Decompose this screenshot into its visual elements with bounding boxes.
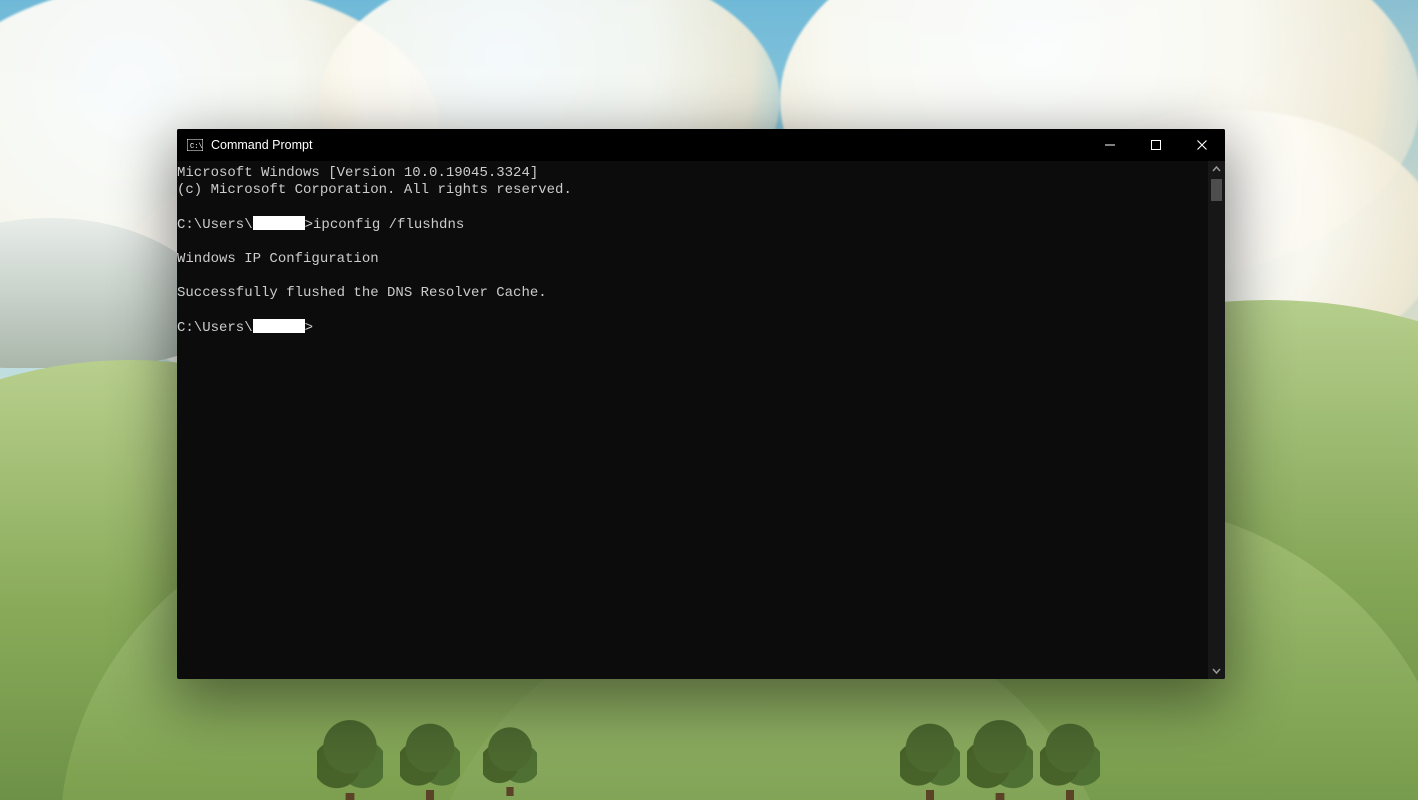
maximize-button[interactable] bbox=[1133, 129, 1179, 161]
prompt-suffix: > bbox=[305, 217, 313, 233]
command-prompt-icon: C:\ bbox=[187, 139, 203, 151]
redacted-username bbox=[253, 319, 305, 333]
command-prompt-window[interactable]: C:\ Command Prompt Micros bbox=[177, 129, 1225, 679]
vertical-scrollbar[interactable] bbox=[1208, 161, 1225, 679]
terminal-line: C:\Users\ > bbox=[177, 319, 1208, 337]
terminal-body[interactable]: Microsoft Windows [Version 10.0.19045.33… bbox=[177, 161, 1225, 679]
close-button[interactable] bbox=[1179, 129, 1225, 161]
maximize-icon bbox=[1151, 140, 1161, 150]
wallpaper-tree bbox=[967, 716, 1033, 800]
terminal-line: Successfully flushed the DNS Resolver Ca… bbox=[177, 285, 1208, 302]
terminal-blank-line bbox=[177, 234, 1208, 251]
terminal-line: Microsoft Windows [Version 10.0.19045.33… bbox=[177, 165, 1208, 182]
prompt-suffix: > bbox=[305, 320, 313, 336]
terminal-blank-line bbox=[177, 268, 1208, 285]
typed-command: ipconfig /flushdns bbox=[313, 217, 464, 233]
wallpaper-tree bbox=[400, 720, 460, 800]
close-icon bbox=[1197, 140, 1207, 150]
scrollbar-down-button[interactable] bbox=[1208, 662, 1225, 679]
window-titlebar[interactable]: C:\ Command Prompt bbox=[177, 129, 1225, 161]
terminal-line: (c) Microsoft Corporation. All rights re… bbox=[177, 182, 1208, 199]
redacted-username bbox=[253, 216, 305, 230]
scrollbar-up-button[interactable] bbox=[1208, 161, 1225, 178]
chevron-down-icon bbox=[1212, 666, 1221, 675]
prompt-prefix: C:\Users\ bbox=[177, 320, 253, 336]
svg-text:C:\: C:\ bbox=[190, 143, 203, 151]
scrollbar-thumb[interactable] bbox=[1211, 179, 1222, 201]
desktop-wallpaper: C:\ Command Prompt Micros bbox=[0, 0, 1418, 800]
terminal-blank-line bbox=[177, 199, 1208, 216]
terminal-line: C:\Users\ >ipconfig /flushdns bbox=[177, 216, 1208, 234]
terminal-output[interactable]: Microsoft Windows [Version 10.0.19045.33… bbox=[177, 161, 1208, 679]
minimize-button[interactable] bbox=[1087, 129, 1133, 161]
minimize-icon bbox=[1105, 140, 1115, 150]
prompt-prefix: C:\Users\ bbox=[177, 217, 253, 233]
chevron-up-icon bbox=[1212, 165, 1221, 174]
wallpaper-tree bbox=[1040, 720, 1100, 800]
wallpaper-tree bbox=[483, 724, 537, 796]
terminal-line: Windows IP Configuration bbox=[177, 251, 1208, 268]
wallpaper-tree bbox=[900, 720, 960, 800]
terminal-blank-line bbox=[177, 302, 1208, 319]
window-title: Command Prompt bbox=[211, 138, 312, 152]
wallpaper-tree bbox=[317, 716, 383, 800]
